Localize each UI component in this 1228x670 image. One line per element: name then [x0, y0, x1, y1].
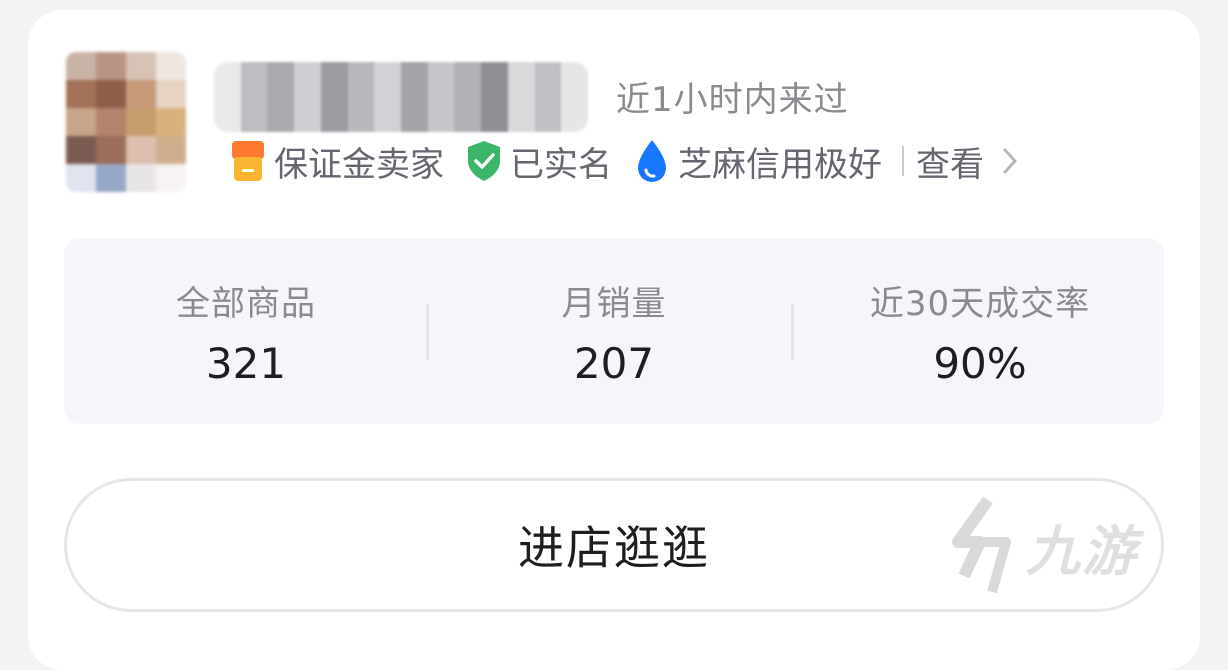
verified-badge-label: 已实名: [510, 144, 612, 185]
drop-icon: [638, 140, 666, 182]
stat-deal-rate[interactable]: 近30天成交率 90%: [810, 238, 1150, 424]
stat-label: 近30天成交率: [869, 284, 1091, 324]
credit-badge: 芝麻信用极好: [632, 137, 882, 186]
stat-value: 90%: [933, 339, 1027, 388]
stat-value: 321: [205, 339, 287, 388]
stat-label: 全部商品: [176, 284, 316, 324]
seller-badges: 保证金卖家 已实名 芝麻信用极好 查看: [228, 137, 1018, 186]
stat-all-products[interactable]: 全部商品 321: [76, 238, 416, 424]
badge-divider: [902, 146, 904, 176]
avatar[interactable]: [66, 52, 186, 192]
watermark-logo-icon: [952, 496, 1011, 594]
last-seen-text: 近1小时内来过: [616, 80, 849, 120]
verified-badge: 已实名: [464, 137, 612, 186]
stat-divider: [791, 304, 794, 360]
seller-name-blurred[interactable]: [214, 62, 588, 132]
stats-panel: 全部商品 321 月销量 207 近30天成交率 90%: [64, 238, 1164, 424]
credit-badge-label: 芝麻信用极好: [678, 144, 882, 185]
deposit-badge: 保证金卖家: [228, 137, 444, 186]
watermark-text: 九游: [1026, 519, 1138, 583]
store-icon: [232, 141, 264, 181]
stat-monthly-sales[interactable]: 月销量 207: [444, 238, 784, 424]
seller-card: 近1小时内来过 保证金卖家 已实名 芝麻信用极好 查看 全部商品 321 月销量…: [28, 10, 1200, 670]
deposit-badge-label: 保证金卖家: [274, 144, 444, 185]
chevron-right-icon: [1003, 148, 1017, 174]
view-details-label: 查看: [916, 144, 984, 185]
shield-check-icon: [468, 141, 500, 181]
view-details-link[interactable]: 查看: [916, 137, 1018, 186]
stat-value: 207: [573, 339, 655, 388]
watermark: 九游: [940, 496, 1138, 596]
stat-label: 月销量: [561, 284, 667, 324]
stat-divider: [426, 304, 429, 360]
